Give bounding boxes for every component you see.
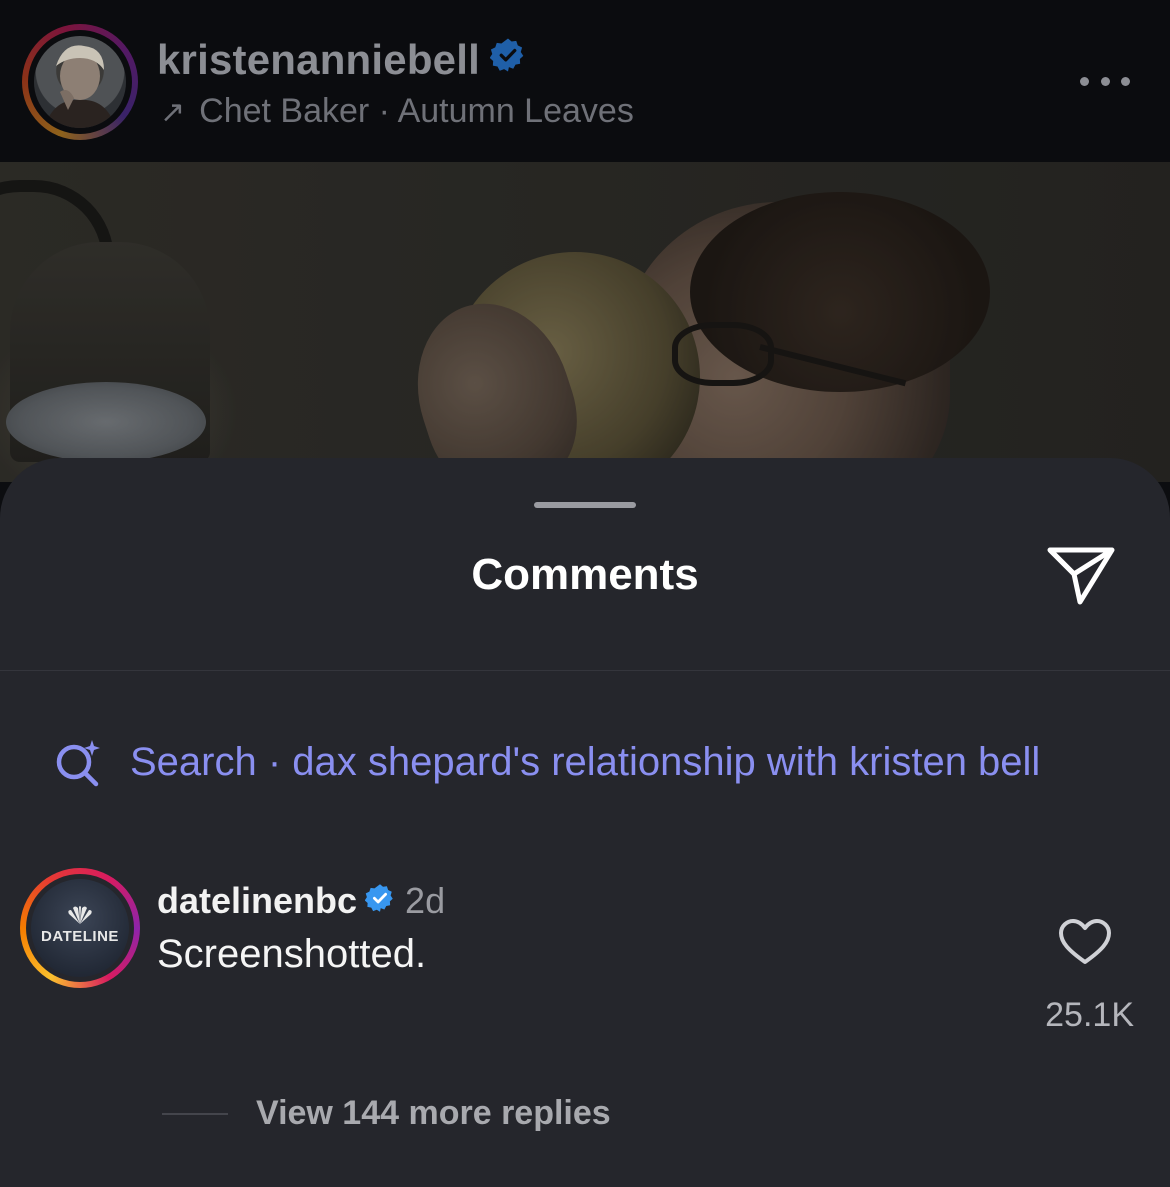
view-replies-button[interactable]: View 144 more replies [162, 1094, 611, 1133]
like-button[interactable] [1058, 918, 1112, 966]
search-suggestion[interactable]: Search · dax shepard's relationship with… [52, 734, 1040, 790]
comment-item: DATELINE datelinenbc 2d Screenshotted. 2… [0, 862, 1170, 1062]
more-options-button[interactable] [1080, 66, 1130, 96]
heart-icon [1059, 919, 1111, 964]
comment-username[interactable]: datelinenbc 2d [157, 880, 445, 922]
share-button[interactable] [1046, 544, 1116, 608]
arrow-up-right-icon: ↗ [160, 96, 186, 129]
comment-time: 2d [405, 880, 446, 921]
drag-handle[interactable] [534, 502, 636, 508]
sheet-title: Comments [471, 550, 699, 599]
peacock-logo-icon [68, 905, 92, 924]
more-dots-icon [1080, 76, 1089, 86]
comment-text: Screenshotted. [157, 932, 427, 976]
avatar-logo-text: DATELINE [41, 927, 119, 945]
post-header: kristenanniebell ↗ Chet Baker · Autumn Le… [0, 0, 1170, 162]
paper-plane-icon [1047, 547, 1115, 605]
music-attribution[interactable]: ↗ Chet Baker · Autumn Leaves [160, 92, 634, 131]
avatar[interactable] [34, 36, 126, 128]
verified-badge-icon [364, 880, 395, 922]
profile-photo [44, 45, 116, 128]
like-count: 25.1K [1045, 996, 1134, 1034]
post-username[interactable]: kristenanniebell [157, 36, 526, 87]
ai-search-icon [56, 740, 100, 787]
avatar[interactable]: DATELINE [31, 879, 129, 977]
post-image [0, 162, 1170, 482]
replies-divider [162, 1112, 228, 1115]
verified-badge-icon [489, 35, 526, 83]
divider [0, 670, 1170, 671]
comments-sheet: Comments Search · dax shepard's relation… [0, 458, 1170, 1187]
